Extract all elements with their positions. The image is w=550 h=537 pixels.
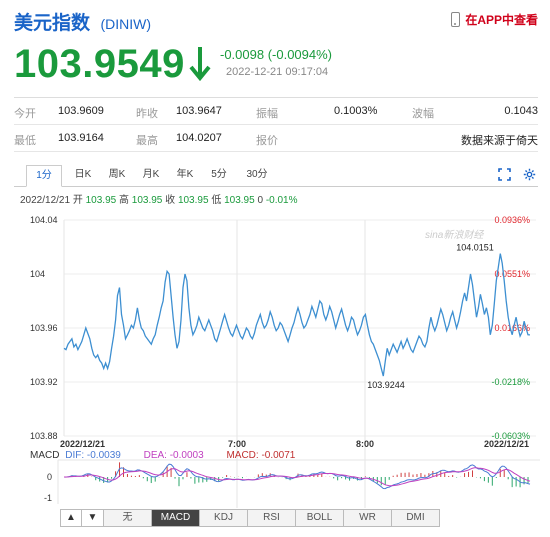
indicator-tabs: ▲ ▼ 无 MACD KDJ RSI BOLL WR DMI bbox=[60, 509, 440, 527]
pct-tick-label: 0.0551% bbox=[494, 269, 530, 279]
info-open-label: 开 bbox=[72, 195, 83, 206]
tab-daily[interactable]: 日K bbox=[68, 165, 98, 187]
info-close-label: 收 bbox=[165, 195, 176, 206]
macd-legend: MACD DIF: -0.0039 DEA: -0.0003 MACD: -0.… bbox=[30, 450, 295, 461]
x-tick-label: 7:00 bbox=[228, 439, 246, 449]
high-annotation: 104.0151 bbox=[456, 243, 494, 253]
x-tick-label: 2022/12/21 bbox=[60, 439, 105, 449]
price-change: -0.0098 (-0.0094%) bbox=[220, 47, 333, 62]
current-price: 103.9549 bbox=[14, 42, 185, 86]
index-code: (DINIW) bbox=[100, 16, 152, 32]
stat-label: 波幅 bbox=[412, 108, 434, 120]
tab-boll[interactable]: BOLL bbox=[296, 509, 344, 527]
stat-value: 0.1043 bbox=[504, 105, 538, 117]
tab-none[interactable]: 无 bbox=[104, 509, 152, 527]
scroll-up-button[interactable]: ▲ bbox=[60, 509, 82, 527]
open-in-app-link[interactable]: 在APP中查看 bbox=[451, 11, 538, 28]
stats-row: 最低 103.9164 最高 104.0207 报价 数据来源于倚天 bbox=[14, 125, 538, 152]
price-chart[interactable]: 104.04 104 103.96 103.92 103.88 0.0936% 0.0551… bbox=[0, 208, 550, 508]
down-arrow-icon bbox=[189, 47, 211, 82]
macd-value: MACD: -0.0071 bbox=[226, 450, 296, 461]
sina-watermark: sina新浪财经 bbox=[425, 229, 484, 241]
macd-dif: DIF: -0.0039 bbox=[65, 450, 121, 461]
stats-row: 今开 103.9609 昨收 103.9647 振幅 0.1003% 波幅 0.… bbox=[14, 98, 538, 125]
stat-value: 103.9609 bbox=[58, 105, 104, 117]
info-high: 103.95 bbox=[131, 195, 163, 206]
tab-yearly[interactable]: 年K bbox=[170, 165, 200, 187]
info-close: 103.95 bbox=[177, 195, 209, 206]
macd-label: MACD bbox=[30, 450, 60, 461]
quote-timestamp: 2022-12-21 09:17:04 bbox=[226, 66, 329, 78]
stat-label: 最低 bbox=[14, 135, 36, 147]
macd-tick-label: -1 bbox=[44, 493, 52, 503]
y-tick-label: 103.92 bbox=[30, 377, 58, 387]
tab-kdj[interactable]: KDJ bbox=[200, 509, 248, 527]
tab-monthly[interactable]: 月K bbox=[136, 165, 166, 187]
stat-label: 振幅 bbox=[256, 108, 278, 120]
header: 美元指数 (DINIW) 在APP中查看 bbox=[14, 8, 538, 34]
stat-value: 103.9647 bbox=[176, 105, 222, 117]
y-tick-label: 104.04 bbox=[30, 215, 58, 225]
info-low: 103.95 bbox=[224, 195, 255, 206]
info-high-label: 高 bbox=[119, 195, 129, 206]
x-tick-label: 8:00 bbox=[356, 439, 374, 449]
stat-label: 报价 bbox=[256, 135, 278, 147]
macd-dif-line bbox=[63, 463, 531, 490]
y-tick-label: 103.96 bbox=[30, 323, 58, 333]
info-date: 2022/12/21 bbox=[20, 195, 71, 206]
data-source: 数据来源于倚天 bbox=[461, 135, 538, 147]
tab-dmi[interactable]: DMI bbox=[392, 509, 440, 527]
price-line bbox=[63, 253, 531, 377]
info-open: 103.95 bbox=[85, 195, 117, 206]
tab-rsi[interactable]: RSI bbox=[248, 509, 296, 527]
y-tick-label: 103.88 bbox=[30, 431, 58, 441]
tab-5min[interactable]: 5分 bbox=[204, 165, 234, 187]
info-low-label: 低 bbox=[211, 195, 222, 206]
stat-value: 104.0207 bbox=[176, 132, 222, 144]
open-in-app-label: 在APP中查看 bbox=[465, 13, 538, 27]
phone-icon bbox=[451, 12, 461, 27]
pct-tick-label: 0.0936% bbox=[494, 215, 530, 225]
tab-1min[interactable]: 1分 bbox=[26, 165, 62, 187]
x-tick-label: 2022/12/21 bbox=[484, 439, 529, 449]
tab-30min[interactable]: 30分 bbox=[240, 165, 274, 187]
period-tabs: 1分 日K 周K 月K 年K 5分 30分 bbox=[14, 165, 538, 187]
settings-icon[interactable] bbox=[523, 168, 536, 181]
pct-tick-label: -0.0218% bbox=[491, 377, 530, 387]
stat-value: 103.9164 bbox=[58, 132, 104, 144]
y-tick-label: 104 bbox=[30, 269, 45, 279]
macd-tick-label: 0 bbox=[47, 472, 52, 482]
ohlc-info: 2022/12/21 开 103.95 高 103.95 收 103.95 低 … bbox=[20, 191, 298, 206]
info-pct: -0.01% bbox=[265, 195, 298, 206]
low-annotation: 103.9244 bbox=[367, 380, 405, 390]
index-name: 美元指数 bbox=[14, 13, 91, 34]
stat-label: 今开 bbox=[14, 108, 36, 120]
stat-value: 0.1003% bbox=[334, 105, 378, 117]
quote-stats: 今开 103.9609 昨收 103.9647 振幅 0.1003% 波幅 0.… bbox=[14, 97, 538, 152]
stat-label: 昨收 bbox=[136, 108, 158, 120]
tab-wr[interactable]: WR bbox=[344, 509, 392, 527]
scroll-down-button[interactable]: ▼ bbox=[82, 509, 104, 527]
macd-dea-line bbox=[64, 467, 531, 487]
tab-macd[interactable]: MACD bbox=[152, 509, 200, 527]
fullscreen-icon[interactable] bbox=[498, 168, 511, 181]
stat-label: 最高 bbox=[136, 135, 158, 147]
macd-dea: DEA: -0.0003 bbox=[143, 450, 204, 461]
tab-weekly[interactable]: 周K bbox=[102, 165, 132, 187]
info-vol: 0 bbox=[257, 195, 264, 206]
